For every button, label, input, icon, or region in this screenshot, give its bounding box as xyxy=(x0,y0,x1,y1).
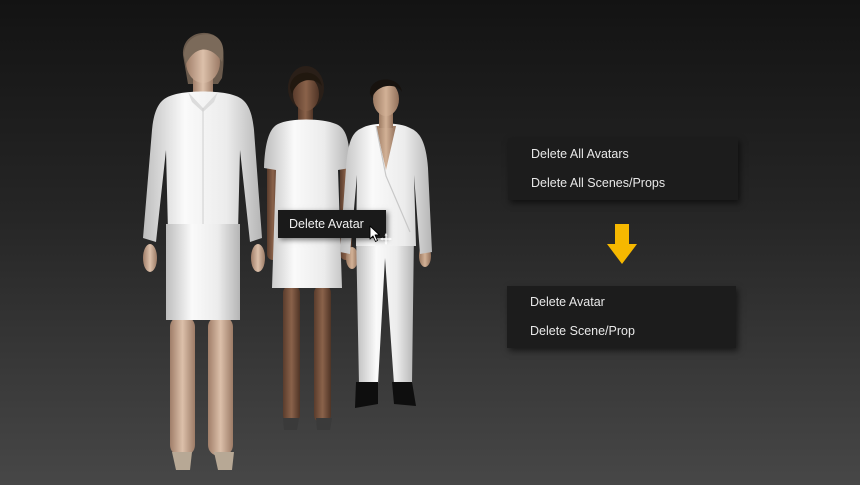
3d-viewport[interactable]: Delete Avatar xyxy=(0,0,860,485)
avatar-scene xyxy=(143,32,432,470)
delete-all-menu: Delete All Avatars Delete All Scenes/Pro… xyxy=(508,138,738,200)
menu-item-delete-scene-prop[interactable]: Delete Scene/Prop xyxy=(507,317,736,346)
delete-single-menu: Delete Avatar Delete Scene/Prop xyxy=(507,286,736,348)
menu-item-label: Delete Avatar xyxy=(530,295,605,309)
menu-item-delete-avatar[interactable]: Delete Avatar xyxy=(507,288,736,317)
menu-item-label: Delete Scene/Prop xyxy=(530,324,635,338)
arrow-down-icon xyxy=(607,224,637,264)
context-menu-label: Delete Avatar xyxy=(289,217,364,231)
move-cursor-icon xyxy=(380,233,392,245)
menu-item-delete-all-scenes-props[interactable]: Delete All Scenes/Props xyxy=(508,169,738,198)
menu-item-label: Delete All Avatars xyxy=(531,147,629,161)
avatar-woman-shirt-skirt[interactable] xyxy=(143,32,265,470)
avatar-woman-dress[interactable] xyxy=(264,66,352,430)
menu-item-label: Delete All Scenes/Props xyxy=(531,176,666,190)
menu-item-delete-all-avatars[interactable]: Delete All Avatars xyxy=(508,140,738,169)
